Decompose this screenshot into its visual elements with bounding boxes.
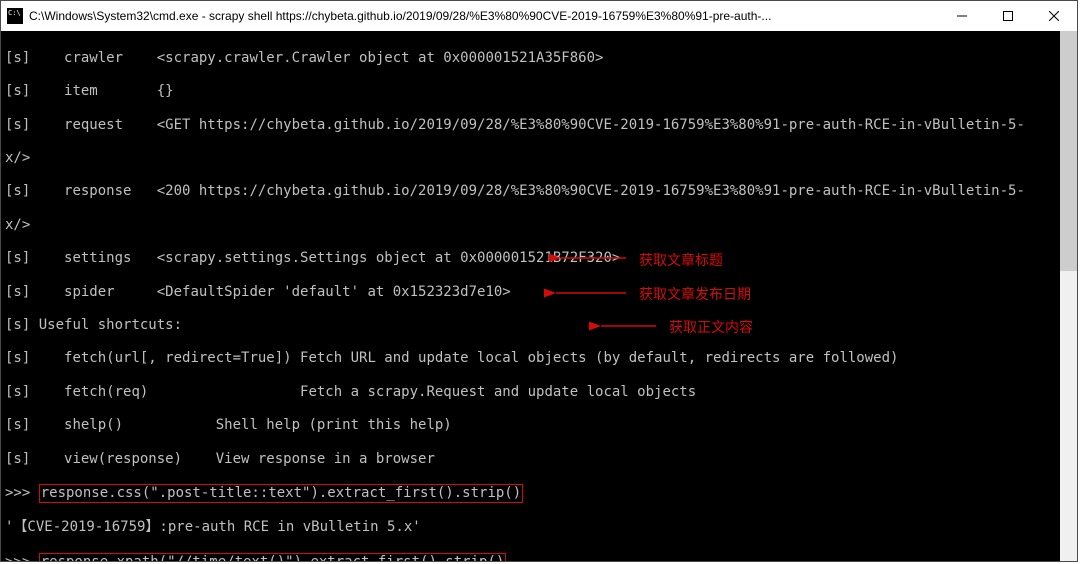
maximize-button[interactable] [985, 1, 1031, 31]
window-controls [939, 1, 1077, 31]
cmd-icon [7, 8, 23, 24]
window-title: C:\Windows\System32\cmd.exe - scrapy she… [29, 9, 939, 23]
terminal[interactable]: [s] crawler <scrapy.crawler.Crawler obje… [1, 31, 1077, 561]
output-title: '【CVE-2019-16759】:pre-auth RCE in vBulle… [5, 519, 421, 535]
cmd-date-box: response.xpath("//time/text()").extract_… [39, 553, 507, 561]
vertical-scrollbar[interactable] [1060, 31, 1077, 561]
prompt: >>> [5, 554, 39, 561]
close-button[interactable] [1031, 1, 1077, 31]
cmd-title-box: response.css(".post-title::text").extrac… [39, 484, 523, 503]
titlebar[interactable]: C:\Windows\System32\cmd.exe - scrapy she… [1, 1, 1077, 32]
scrollbar-thumb[interactable] [1060, 31, 1077, 271]
prompt: >>> [5, 485, 39, 501]
cmd-window: C:\Windows\System32\cmd.exe - scrapy she… [0, 0, 1078, 562]
minimize-button[interactable] [939, 1, 985, 31]
